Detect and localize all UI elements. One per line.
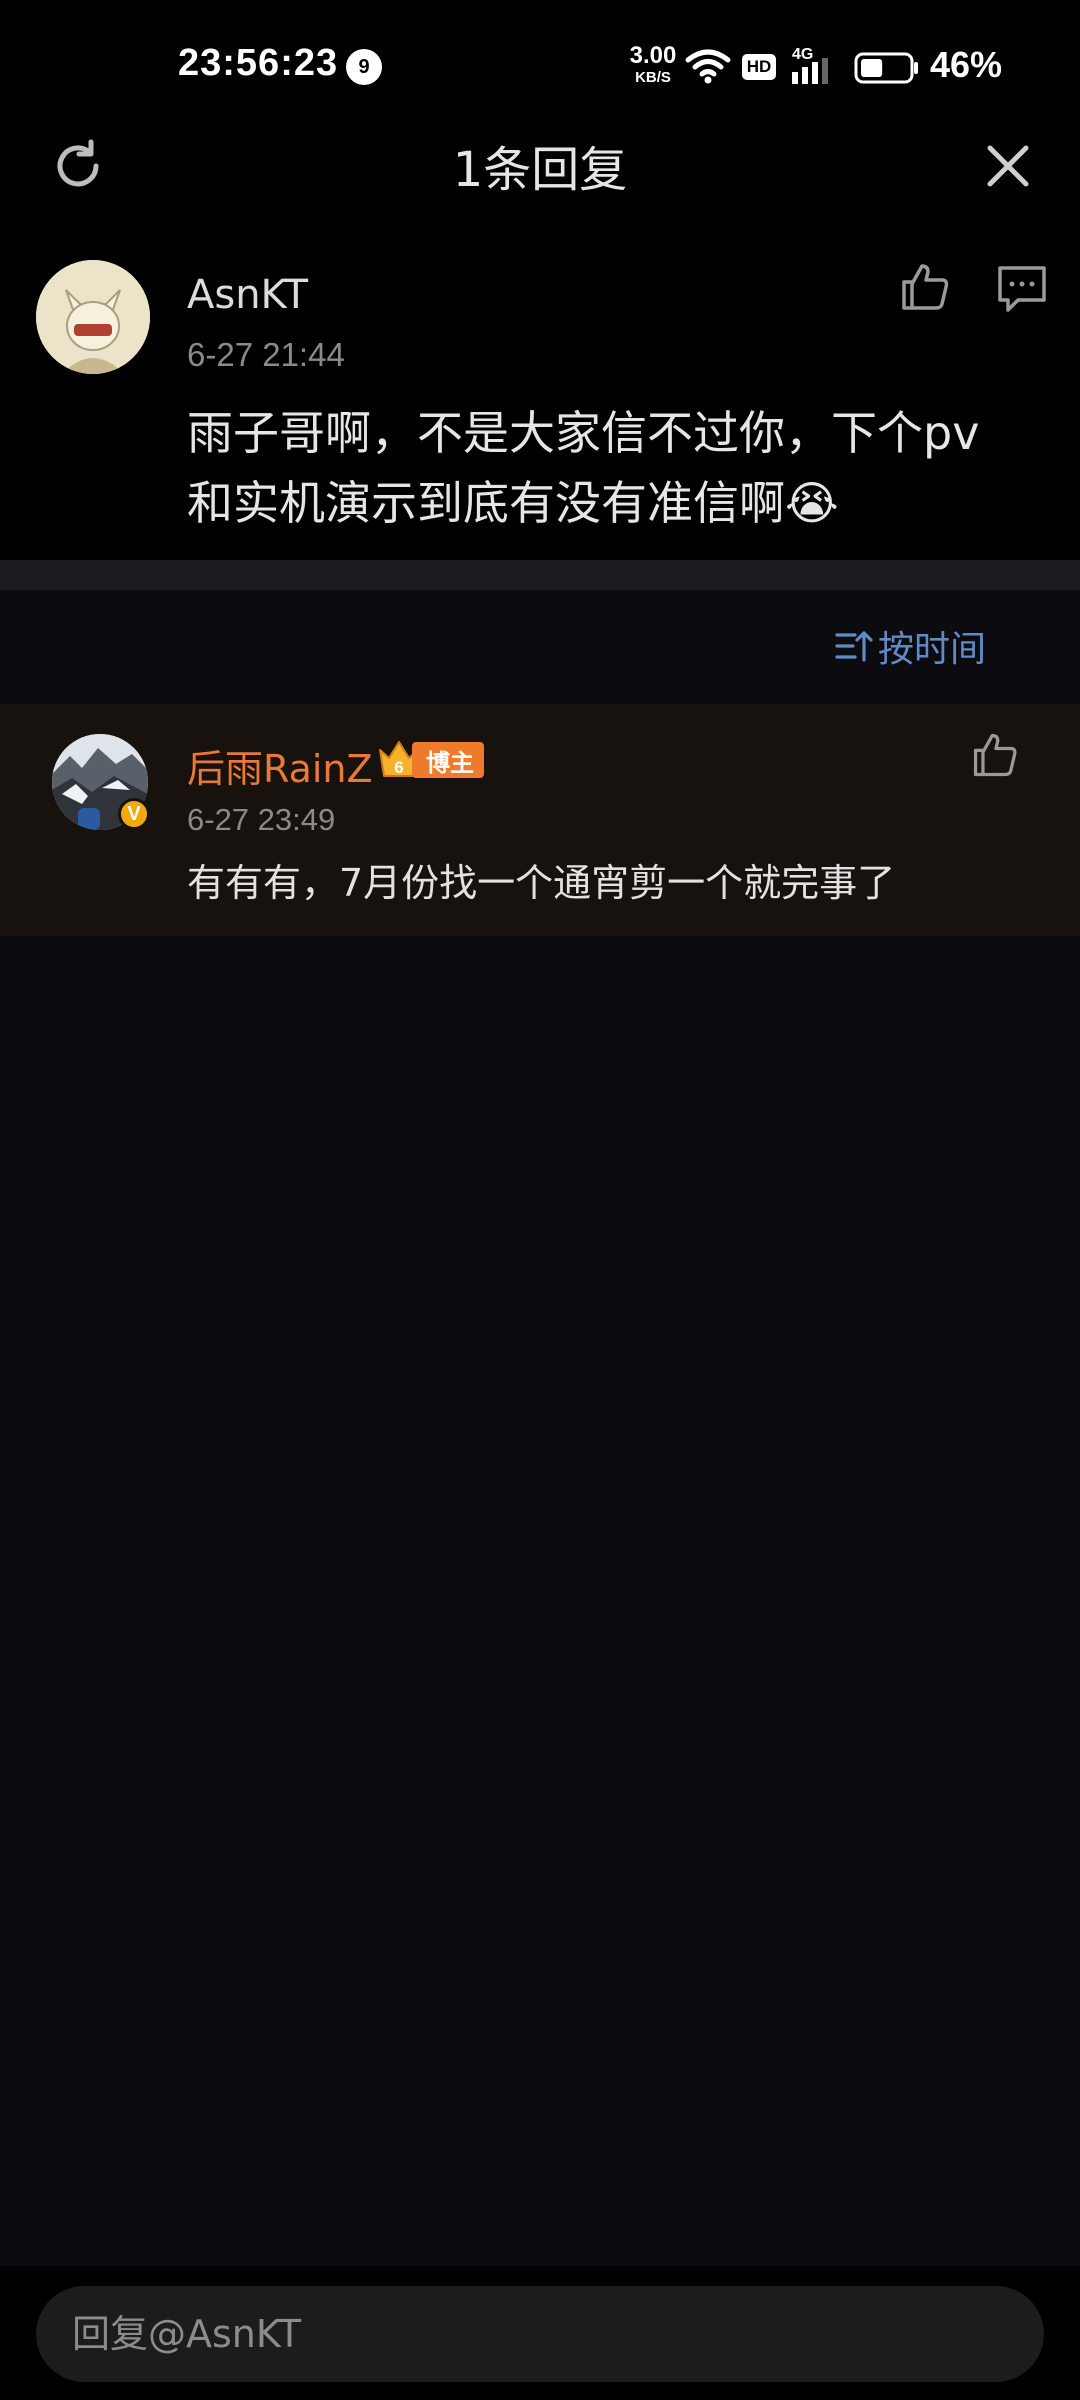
avatar-image bbox=[36, 260, 150, 374]
comment-icon[interactable] bbox=[994, 262, 1050, 316]
thumb-up-icon[interactable] bbox=[970, 730, 1020, 780]
hd-icon: HD bbox=[742, 54, 776, 80]
comment-text: 雨子哥啊，不是大家信不过你，下个pv和实机演示到底有没有准信啊😭 bbox=[187, 406, 980, 530]
signal-icon bbox=[792, 58, 828, 84]
status-bar: 23:56:23 9 3.00 KB/S HD 4G 46% bbox=[0, 0, 1080, 100]
page-title: 1条回复 bbox=[452, 142, 628, 198]
reply-item: V 后雨RainZ 6 博主 6-27 23:49 有有有，7月份找一个通宵剪一… bbox=[0, 704, 1080, 936]
avatar[interactable] bbox=[36, 260, 150, 374]
network-speed: 3.00 KB/S bbox=[624, 42, 682, 86]
sort-by-time-button[interactable]: 按时间 bbox=[834, 616, 986, 676]
comment-user-name[interactable]: AsnKT bbox=[187, 272, 308, 318]
hd-label: HD bbox=[746, 57, 772, 76]
reply-user-name[interactable]: 后雨RainZ bbox=[187, 738, 373, 793]
sort-row: 按时间 bbox=[0, 590, 1080, 704]
reply-input[interactable] bbox=[36, 2286, 1044, 2382]
thumb-up-icon[interactable] bbox=[898, 260, 952, 314]
badge-level: 6 bbox=[394, 758, 403, 777]
sort-time-icon bbox=[835, 631, 873, 662]
battery-percent: 46% bbox=[930, 44, 1003, 85]
reply-time: 6-27 23:49 bbox=[187, 802, 336, 837]
network-speed-unit: KB/S bbox=[635, 69, 671, 86]
network-speed-value: 3.00 bbox=[629, 42, 677, 69]
notification-count-badge: 9 bbox=[346, 49, 382, 85]
wifi-icon bbox=[685, 49, 731, 84]
blogger-tag: 博主 bbox=[412, 742, 484, 778]
section-divider bbox=[0, 560, 1080, 590]
sheet-header: 1条回复 bbox=[0, 100, 1080, 230]
comment-time: 6-27 21:44 bbox=[187, 336, 345, 373]
reply-bar bbox=[0, 2266, 1080, 2400]
reply-text: 有有有，7月份找一个通宵剪一个就完事了 bbox=[187, 861, 896, 905]
sort-label: 按时间 bbox=[877, 629, 986, 670]
reply-sheet: 1条回复 AsnKT 6-27 21:44 雨子哥啊，不是大家信不过你，下个pv… bbox=[0, 100, 1080, 2400]
status-time: 23:56:23 bbox=[178, 42, 339, 84]
verified-badge: V bbox=[118, 798, 150, 830]
close-icon[interactable] bbox=[980, 138, 1036, 194]
main-comment: AsnKT 6-27 21:44 雨子哥啊，不是大家信不过你，下个pv和实机演示… bbox=[0, 230, 1080, 560]
battery-icon bbox=[854, 52, 918, 84]
